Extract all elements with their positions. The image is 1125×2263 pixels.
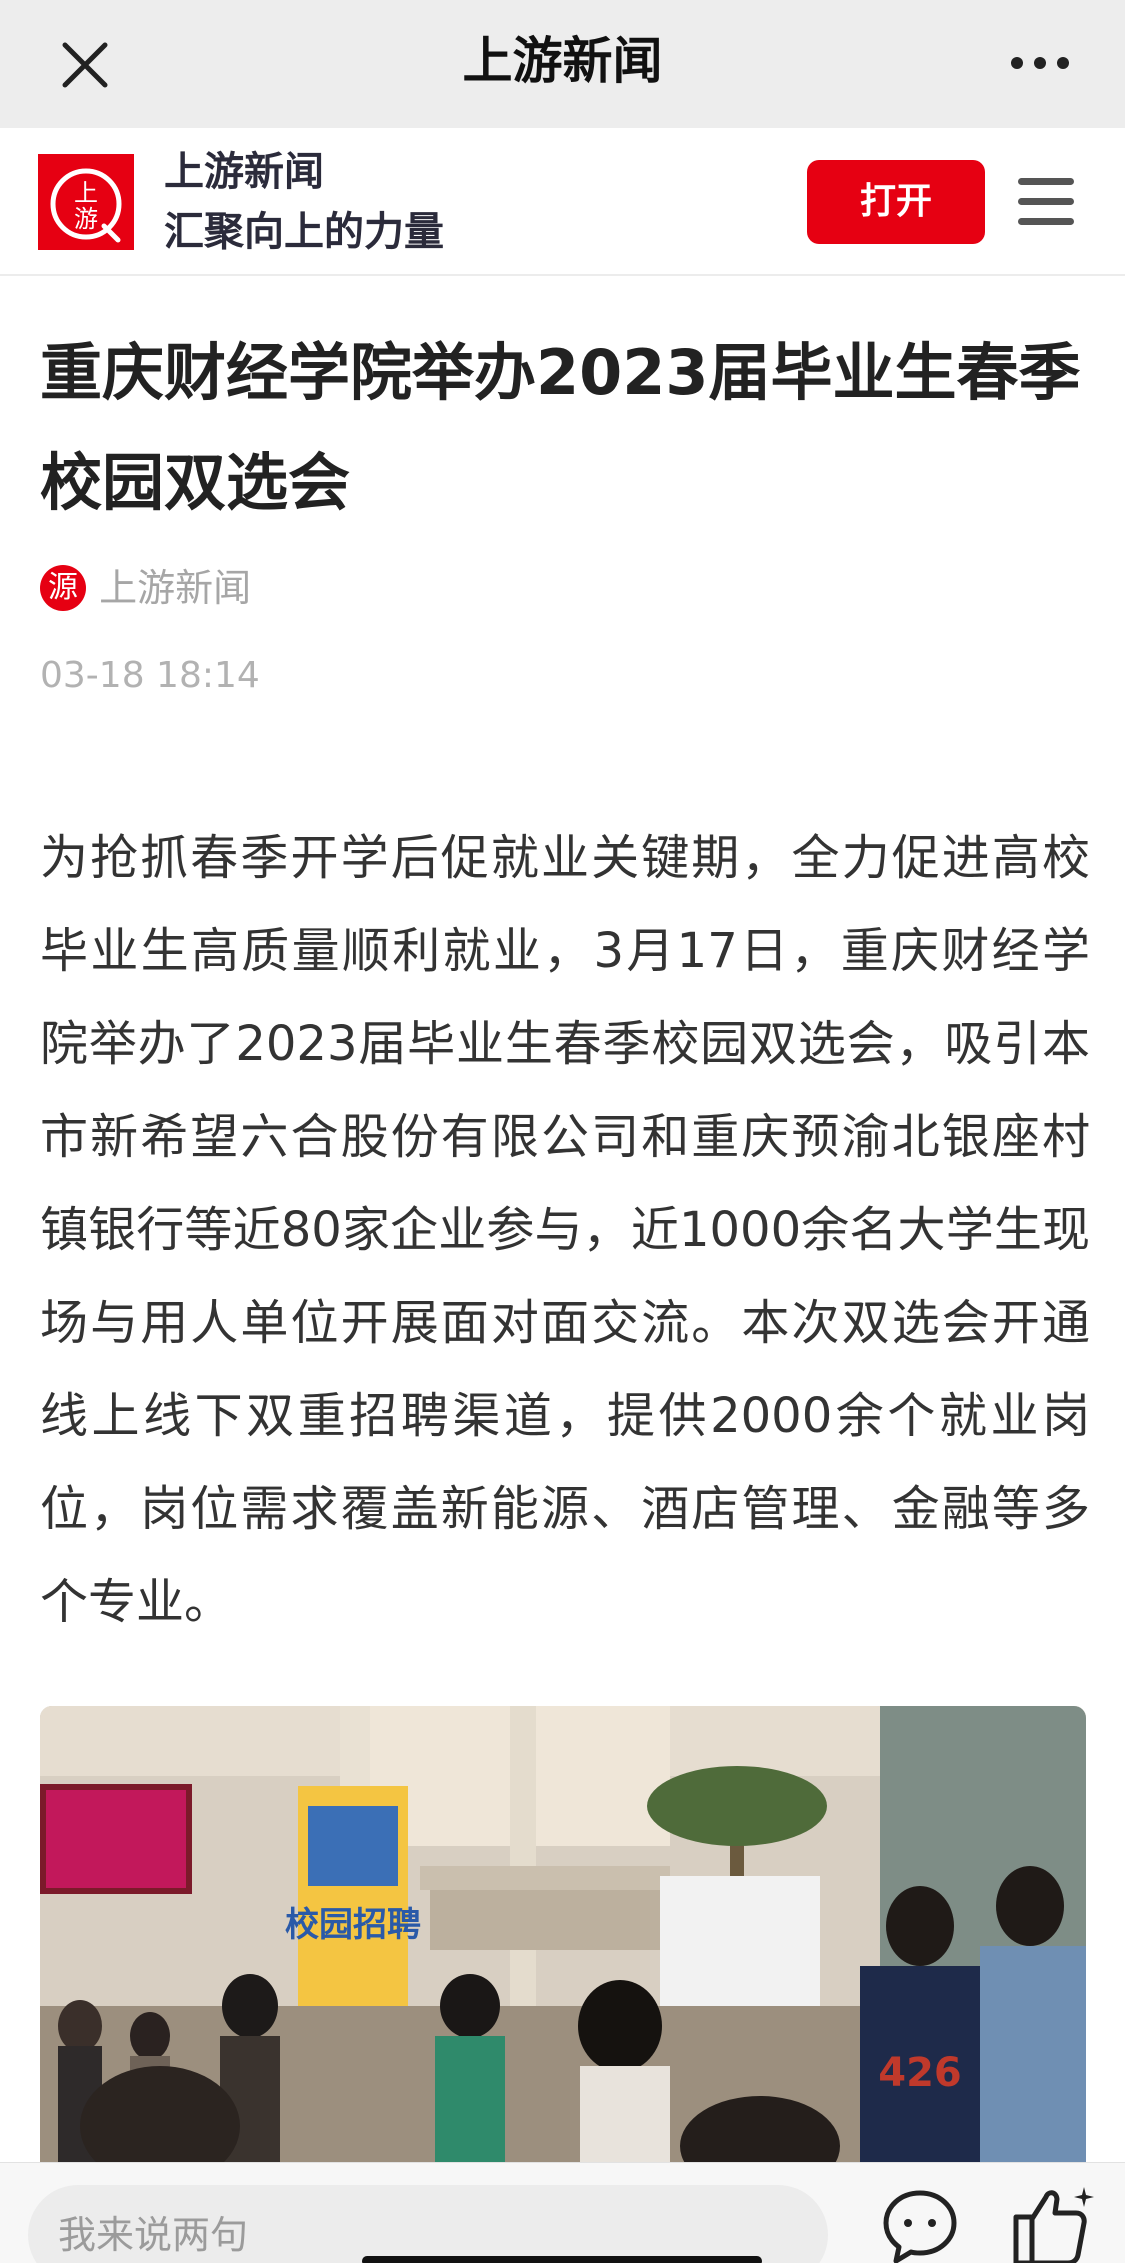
open-app-button[interactable]: 打开 [807,160,985,244]
thumbs-up-icon [1013,2187,1094,2263]
article-headline: 重庆财经学院举办2023届毕业生春季校园双选会 [40,336,1081,519]
svg-text:游: 游 [74,205,98,233]
article-timestamp: 03-18 18:14 [40,655,260,696]
hamburger-menu-icon-line [1018,218,1074,225]
job-fair-photo-image: 校园招聘 426 [40,1706,1086,2166]
source-name[interactable]: 上游新闻 [99,565,251,611]
app-slogan: 汇聚向上的力量 [164,209,444,255]
shirt-text: 426 [878,2050,962,2096]
article-source[interactable]: 源 上游新闻 [40,565,251,617]
bottom-comment-bar [0,2162,1125,2263]
article-body: 为抢抓春季开学后促就业关键期，全力促进高校毕业生高质量顺利就业，3月17日，重庆… [40,830,1090,1630]
home-indicator[interactable] [362,2256,762,2263]
comment-button[interactable] [880,2185,960,2263]
hamburger-menu-icon-line [1018,198,1074,205]
more-button[interactable] [1005,38,1075,88]
hamburger-menu-icon [1018,178,1074,185]
upstream-logo-icon: 上 游 [38,154,134,250]
comment-bubble-icon [883,2190,957,2263]
article-photo[interactable]: 校园招聘 426 [40,1706,1086,2166]
app-promo-banner: 上 游 上游新闻 汇聚向上的力量 打开 [0,128,1125,276]
svg-text:上: 上 [74,179,98,207]
more-dots-icon [1011,57,1069,69]
comment-input[interactable] [28,2185,828,2263]
menu-button[interactable] [1018,178,1080,228]
app-name: 上游新闻 [164,149,324,195]
top-navigation-bar: 上游新闻 [0,0,1125,128]
app-logo: 上 游 [38,154,134,250]
poster-text: 校园招聘 [285,1905,421,1945]
like-button[interactable] [1010,2183,1100,2263]
page: 上游新闻 上 游 上游新闻 汇聚向上的力量 打开 重庆财经学院举办2023届毕业… [0,0,1125,2263]
source-badge-icon: 源 [40,565,86,611]
page-title: 上游新闻 [462,32,663,90]
